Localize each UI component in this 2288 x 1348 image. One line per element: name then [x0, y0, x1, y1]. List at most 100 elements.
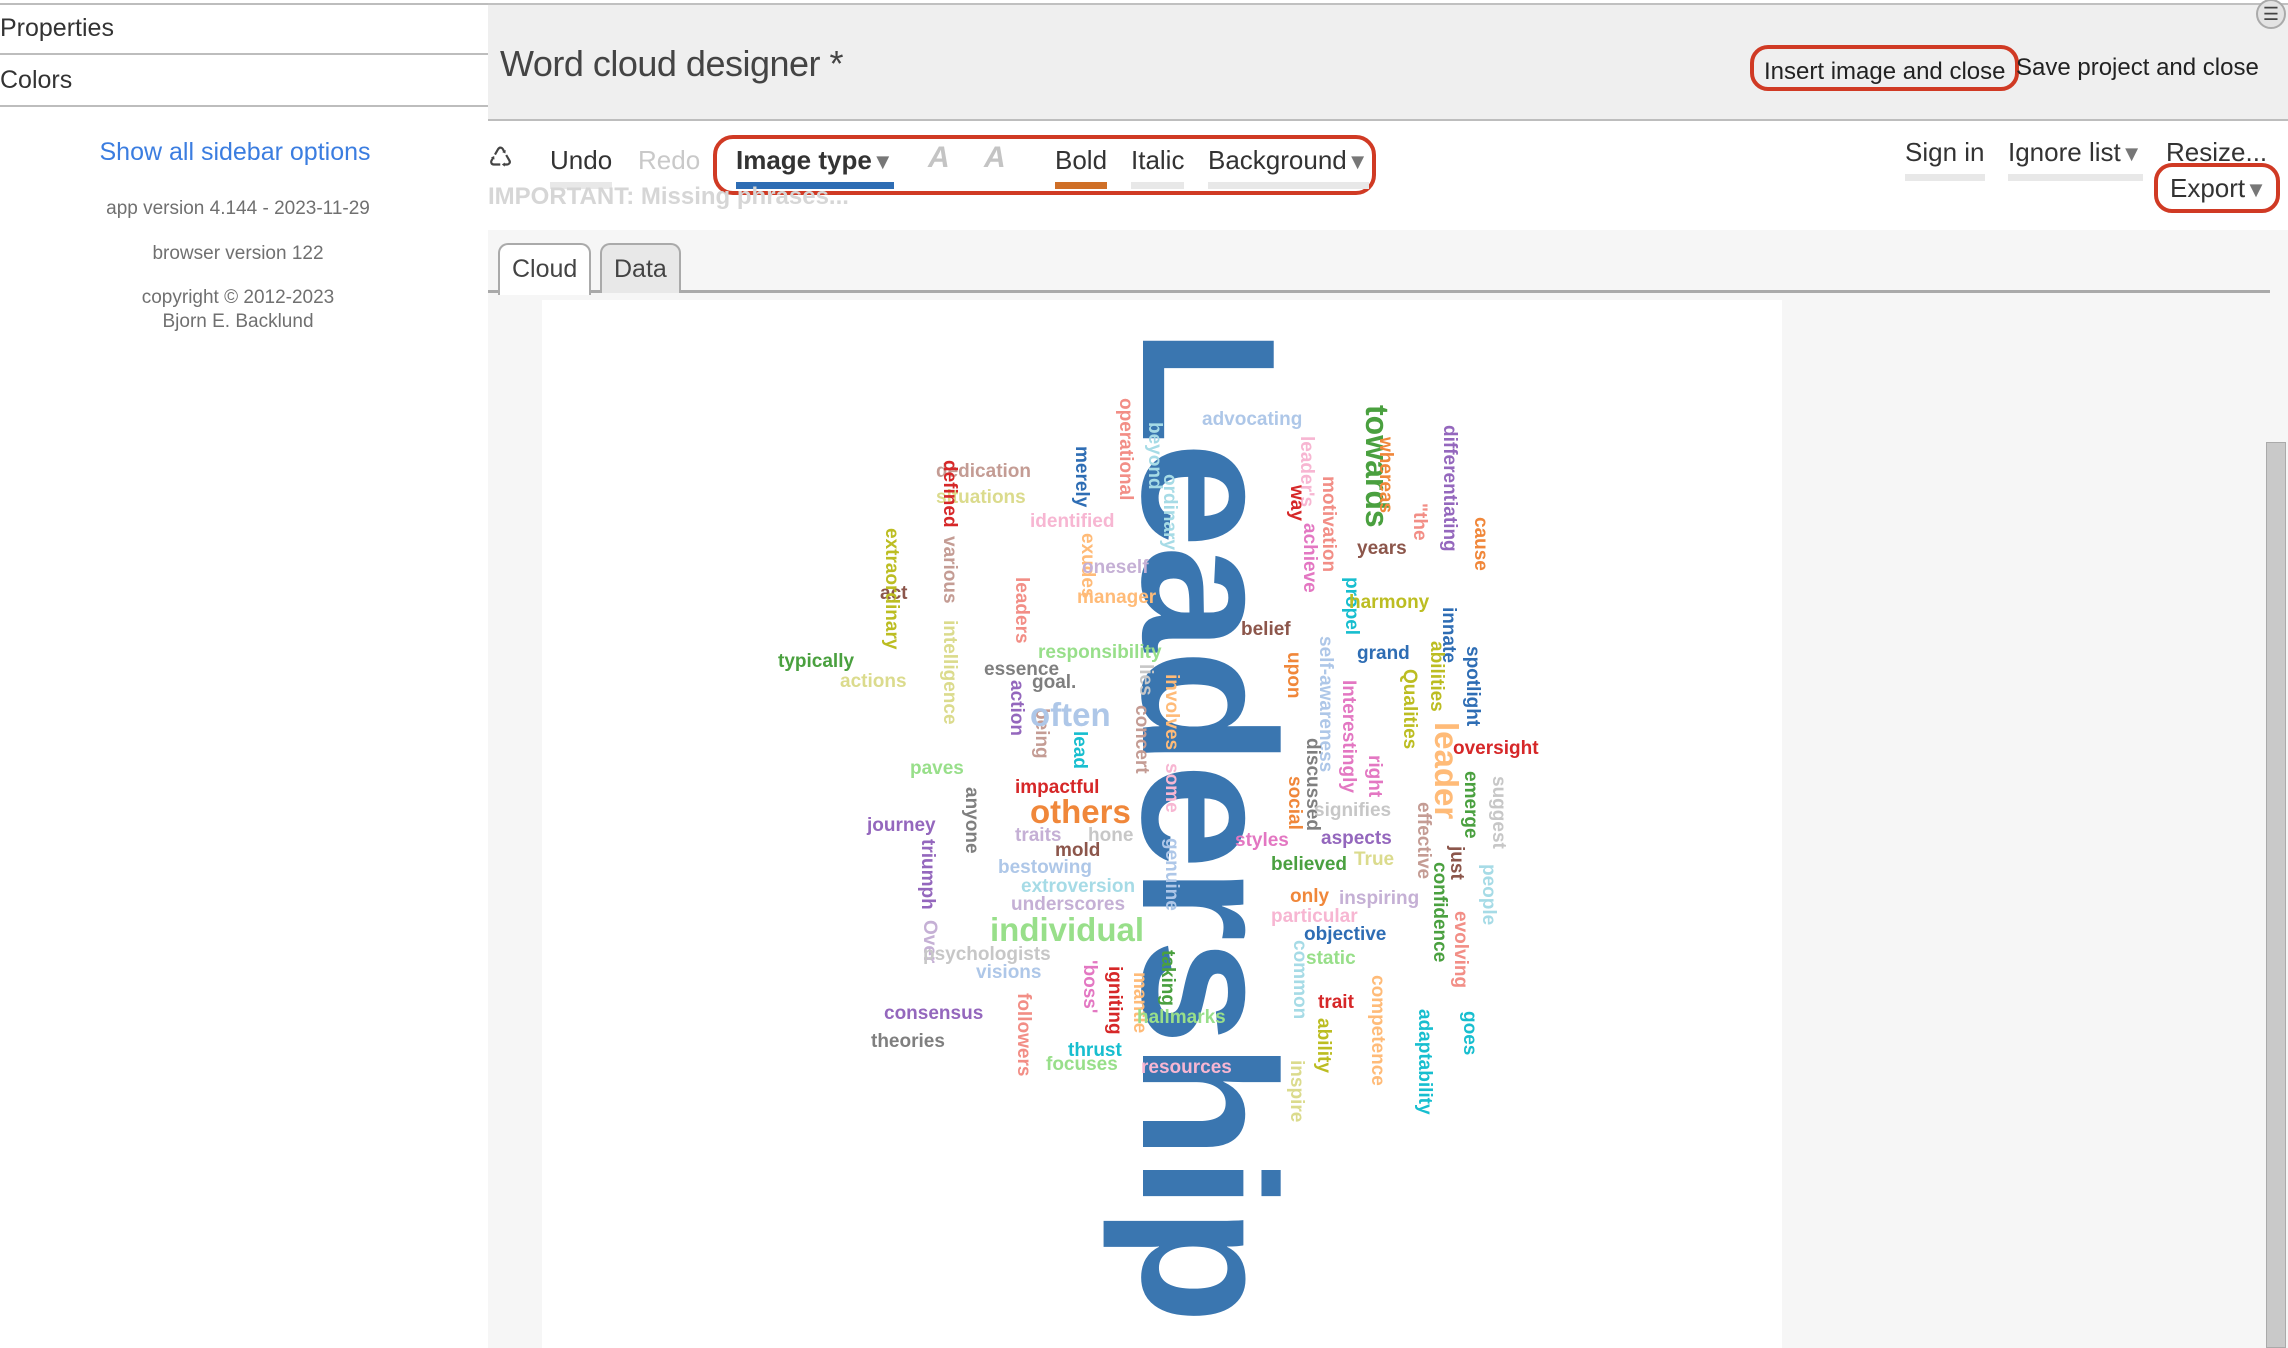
word-cloud-word: taking [1156, 950, 1178, 1006]
word-cloud-word: action [1005, 680, 1027, 736]
underline [1131, 182, 1185, 189]
sign-in-label: Sign in [1905, 137, 1985, 167]
word-cloud-word: goes [1458, 1011, 1480, 1056]
word-cloud-word: adaptability [1413, 1009, 1435, 1115]
word-cloud-word: upon [1282, 652, 1304, 699]
word-cloud-word: oneself [1082, 557, 1149, 578]
main-area: Word cloud designer * Insert image and c… [488, 0, 2288, 1348]
underline [1905, 174, 1985, 181]
chevron-down-icon: ▼ [871, 149, 894, 174]
chevron-down-icon: ▼ [1346, 149, 1369, 174]
word-cloud-word: focuses [1046, 1054, 1118, 1075]
chevron-down-icon: ▼ [2245, 177, 2267, 202]
word-cloud-word: extraordinary [880, 528, 902, 650]
word-cloud-word: belief [1241, 619, 1291, 640]
word-cloud-word: believed [1271, 854, 1348, 875]
italic-label: Italic [1131, 145, 1185, 175]
word-cloud-word: 'boss' [1078, 960, 1100, 1014]
recycle-icon[interactable]: ♺ [488, 141, 513, 174]
word-cloud-word: followers [1012, 993, 1034, 1077]
word-cloud-word: journey [867, 815, 936, 836]
background-dropdown[interactable]: Background▼ [1208, 145, 1369, 189]
missing-phrases-notice[interactable]: IMPORTANT: Missing phrases... [488, 183, 849, 211]
word-cloud-word: aspects [1321, 828, 1392, 849]
tab-cloud[interactable]: Cloud [498, 243, 592, 295]
word-cloud-word: actions [840, 671, 907, 692]
word-cloud-word: way [1285, 485, 1307, 521]
word-cloud-word: lies [1134, 664, 1156, 696]
word-cloud-word: spotlight [1461, 646, 1483, 727]
menu-icon[interactable]: ☰ [2256, 0, 2286, 29]
export-dropdown[interactable]: Export▼ [2170, 173, 2267, 204]
word-cloud-word: leaders [1010, 577, 1032, 644]
word-cloud-word: theories [871, 1031, 945, 1052]
word-cloud-word: achieve [1298, 523, 1320, 593]
image-type-dropdown[interactable]: Image type▼ [736, 145, 894, 189]
word-cloud-word: manager [1077, 587, 1157, 608]
image-type-label: Image type [736, 145, 872, 175]
word-cloud-word: igniting [1103, 966, 1125, 1035]
word-cloud-word: objective [1304, 924, 1387, 945]
italic-button[interactable]: Italic [1131, 145, 1185, 189]
word-cloud-word: defined [938, 460, 960, 528]
word-cloud-word: genuine [1160, 838, 1182, 911]
word-cloud-word: individual [990, 911, 1145, 948]
word-cloud-word: ability [1312, 1018, 1334, 1073]
page-title: Word cloud designer * [500, 43, 844, 84]
word-cloud-word: harmony [1349, 592, 1430, 613]
sidebar-item-colors[interactable]: Colors [0, 55, 488, 107]
word-cloud-word: anyone [960, 787, 982, 854]
sidebar: Properties Colors Show all sidebar optio… [0, 0, 488, 1348]
font-size-decrease-icon[interactable]: A [928, 141, 950, 175]
word-cloud-word: resources [1141, 1057, 1232, 1078]
word-cloud-word: cause [1469, 517, 1491, 571]
word-cloud-word: only [1290, 886, 1330, 907]
word-cloud-word: involves [1160, 674, 1182, 751]
word-cloud-word: identified [1030, 511, 1115, 532]
word-cloud-word: abilities [1425, 641, 1447, 712]
word-cloud-word: oversight [1453, 738, 1539, 759]
tab-data[interactable]: Data [600, 243, 681, 293]
word-cloud-word: suggest [1487, 776, 1509, 849]
chevron-down-icon: ▼ [2120, 141, 2143, 166]
background-label: Background [1208, 145, 1347, 175]
export-label: Export [2170, 173, 2246, 203]
insert-image-and-close-button[interactable]: Insert image and close [1750, 45, 2020, 91]
save-project-and-close-button[interactable]: Save project and close [2016, 45, 2259, 91]
word-cloud-word: "the [1408, 503, 1430, 541]
word-cloud-word: various [938, 536, 960, 604]
word-cloud-word: whereas [1374, 437, 1396, 514]
copyright: copyright © 2012-2023 Bjorn E. Backlund [0, 286, 476, 334]
redo-button[interactable]: Redo [638, 145, 700, 176]
content-area: Cloud Data Leadership advocating towards o… [488, 230, 2288, 1348]
word-cloud-word: signifies [1314, 800, 1392, 821]
copyright-line: copyright © 2012-2023 [141, 287, 335, 308]
word-cloud-word: some [1160, 763, 1182, 813]
word-cloud-word: lead [1068, 731, 1090, 770]
font-size-increase-icon[interactable]: A [984, 141, 1006, 175]
word-cloud-word: emerge [1459, 771, 1481, 839]
browser-version: browser version 122 [152, 243, 324, 264]
word-cloud-word: motivation [1317, 476, 1339, 573]
underline [1208, 182, 1369, 189]
undo-button[interactable]: Undo [550, 145, 613, 189]
underline [2008, 174, 2143, 181]
sidebar-item-properties[interactable]: Properties [0, 3, 488, 55]
bold-button[interactable]: Bold [1055, 145, 1108, 189]
word-cloud-canvas[interactable]: Leadership advocating towards operational b… [542, 300, 1782, 1348]
word-cloud-word: advocating [1202, 409, 1303, 430]
word-cloud-word: Qualities [1398, 669, 1420, 750]
ignore-list-dropdown[interactable]: Ignore list▼ [2008, 137, 2143, 181]
tabs-divider [488, 290, 2270, 293]
sign-in-button[interactable]: Sign in [1905, 137, 1985, 181]
word-cloud-word: trait [1318, 992, 1354, 1013]
word-cloud-word: inspire [1285, 1060, 1307, 1123]
word-cloud-word: triumph [916, 839, 938, 910]
word-cloud-word: concert [1130, 705, 1152, 774]
ignore-list-label: Ignore list [2008, 137, 2121, 167]
show-all-sidebar-options-link[interactable]: Show all sidebar options [0, 138, 470, 167]
word-cloud-word: differentiating [1438, 425, 1460, 552]
word-cloud-word: intelligence [938, 620, 960, 725]
word-cloud-word: operational [1114, 398, 1136, 501]
vertical-scrollbar[interactable] [2266, 442, 2286, 1348]
